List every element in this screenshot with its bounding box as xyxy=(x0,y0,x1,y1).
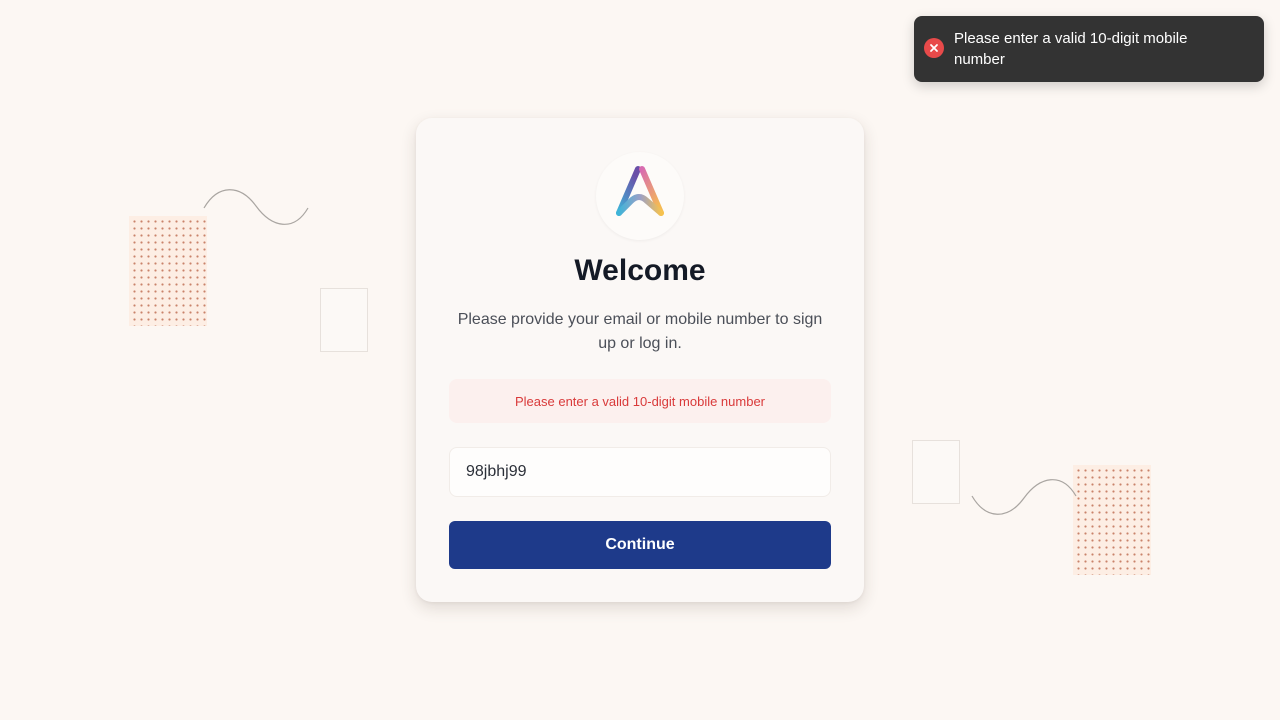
dot-pattern-left-decoration xyxy=(129,216,207,326)
toast-message: Please enter a valid 10-digit mobile num… xyxy=(954,30,1188,68)
wave-line-left-decoration xyxy=(203,189,309,225)
email-or-mobile-input[interactable] xyxy=(449,447,831,497)
error-toast: Please enter a valid 10-digit mobile num… xyxy=(914,16,1264,82)
app-logo-icon xyxy=(596,152,684,240)
login-subtitle: Please provide your email or mobile numb… xyxy=(457,311,823,352)
continue-button[interactable]: Continue xyxy=(449,521,831,569)
outline-rectangle-left-decoration xyxy=(320,288,368,352)
dot-pattern-right-decoration xyxy=(1073,465,1151,575)
inline-error-message: Please enter a valid 10-digit mobile num… xyxy=(449,379,831,423)
error-icon xyxy=(924,38,944,58)
login-card: Welcome Please provide your email or mob… xyxy=(416,118,864,602)
page-title: Welcome xyxy=(574,254,706,287)
outline-rectangle-right-decoration xyxy=(912,440,960,504)
wave-line-right-decoration xyxy=(971,479,1077,515)
